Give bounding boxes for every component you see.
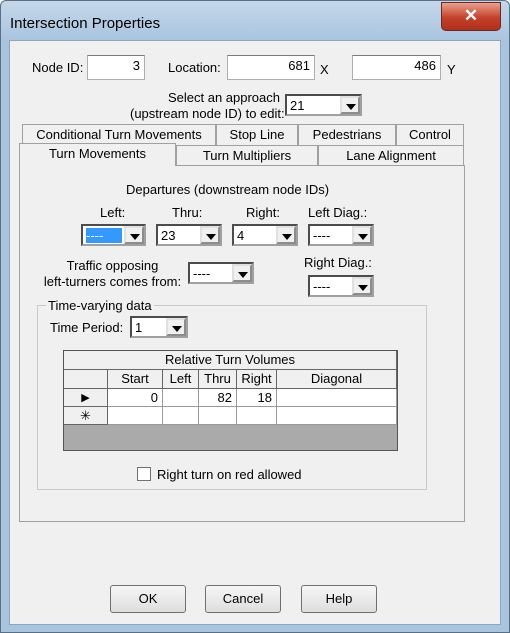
chevron-down-icon[interactable] [166,318,186,336]
rtor-label: Right turn on red allowed [157,467,302,482]
chevron-down-icon[interactable] [232,264,252,282]
window-title: Intersection Properties [10,15,161,32]
location-label: Location: [168,60,221,75]
ok-button[interactable]: OK [110,585,186,613]
new-cell-right[interactable] [237,407,277,425]
new-cell-thru[interactable] [199,407,237,425]
chevron-down-icon[interactable] [352,226,372,244]
tab-lane-alignment[interactable]: Lane Alignment [318,145,464,165]
help-button[interactable]: Help [301,585,377,613]
new-cell-left[interactable] [163,407,199,425]
cell-right[interactable]: 18 [237,389,277,407]
cell-thru[interactable]: 82 [199,389,237,407]
left-diag-departure-value: ---- [313,228,331,243]
right-departure-value: 4 [237,228,245,243]
left-diag-departure-select[interactable]: ---- [308,224,374,246]
cancel-button[interactable]: Cancel [205,585,281,613]
tab-conditional-turn-movements[interactable]: Conditional Turn Movements [22,124,216,145]
grid-corner [64,370,108,389]
approach-label: Select an approach (upstream node ID) to… [130,90,285,122]
right-diag-departure-value: ---- [313,279,331,294]
opposing-label: Traffic opposing left-turners comes from… [40,258,185,290]
thru-departure-value: 23 [161,228,176,243]
column-header-diagonal[interactable]: Diagonal [277,370,397,389]
location-x-input[interactable]: 681 [227,55,315,80]
turn-volumes-grid[interactable]: Relative Turn Volumes Start Left Thru Ri… [63,350,398,451]
location-y-input[interactable]: 486 [352,55,441,80]
node-id-input[interactable]: 3 [87,55,145,80]
chevron-down-icon[interactable] [276,226,296,244]
cell-start[interactable]: 0 [108,389,163,407]
departures-title: Departures (downstream node IDs) [126,182,330,197]
opposing-label-line1: Traffic opposing [66,258,159,273]
approach-label-line1: Select an approach [167,90,280,105]
tab-pedestrians[interactable]: Pedestrians [298,124,396,145]
chevron-down-icon[interactable] [352,277,372,295]
new-row-icon[interactable]: ✳ [64,407,108,425]
tab-turn-multipliers[interactable]: Turn Multipliers [176,145,318,165]
cell-left[interactable] [163,389,199,407]
cell-diagonal[interactable] [277,389,397,407]
right-label: Right: [246,205,280,220]
new-cell-diagonal[interactable] [277,407,397,425]
tab-stop-line[interactable]: Stop Line [216,124,298,145]
opposing-select[interactable]: ---- [188,262,254,284]
left-diag-label: Left Diag.: [308,205,368,220]
column-header-thru[interactable]: Thru [199,370,237,389]
close-button[interactable]: ✕ [441,2,501,31]
approach-label-line2: (upstream node ID) to edit: [130,106,285,121]
right-diag-departure-select[interactable]: ---- [308,275,374,297]
left-label: Left: [100,205,126,220]
chevron-down-icon[interactable] [200,226,220,244]
column-header-start[interactable]: Start [108,370,163,389]
approach-value: 21 [290,98,305,113]
chevron-down-icon[interactable] [340,96,360,114]
opposing-value: ---- [193,266,211,281]
left-departure-select[interactable]: ---- [81,224,146,246]
node-id-label: Node ID: [32,60,84,75]
chevron-down-icon[interactable] [124,226,144,244]
right-diag-label: Right Diag.: [304,255,372,270]
current-row-indicator-icon[interactable]: ▶ [64,389,108,407]
column-header-right[interactable]: Right [237,370,277,389]
x-label: X [320,62,329,77]
time-period-value: 1 [135,320,143,335]
left-departure-value: ---- [86,228,122,243]
grid-title: Relative Turn Volumes [64,351,397,370]
time-period-label: Time Period: [50,320,124,335]
opposing-label-line2: left-turners comes from: [43,274,182,289]
time-period-select[interactable]: 1 [130,316,188,338]
column-header-left[interactable]: Left [163,370,199,389]
new-cell-start[interactable] [108,407,163,425]
thru-departure-select[interactable]: 23 [156,224,222,246]
thru-label: Thru: [172,205,203,220]
right-departure-select[interactable]: 4 [232,224,298,246]
tab-control[interactable]: Control [396,124,464,145]
time-varying-title: Time-varying data [46,298,154,313]
rtor-checkbox[interactable] [137,467,151,481]
close-icon: ✕ [463,6,479,25]
tab-turn-movements[interactable]: Turn Movements [19,143,176,166]
y-label: Y [447,62,456,77]
approach-select[interactable]: 21 [285,94,362,116]
